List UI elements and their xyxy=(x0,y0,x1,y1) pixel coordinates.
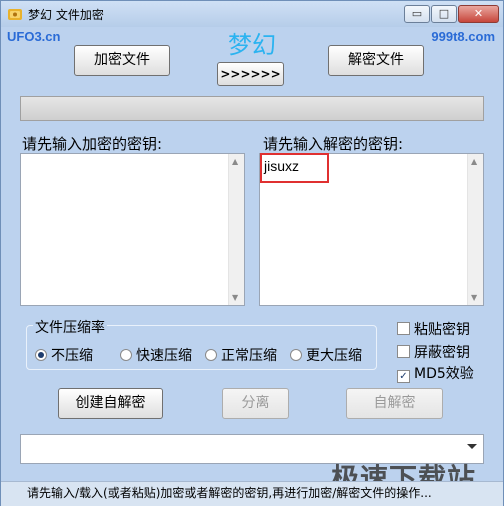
self-decrypt-button[interactable]: 自解密 xyxy=(346,388,443,419)
radio-icon xyxy=(290,349,302,361)
brand-right: 999t8.com xyxy=(431,29,495,44)
separate-button[interactable]: 分离 xyxy=(222,388,289,419)
hide-key-checkbox[interactable]: 屏蔽密钥 xyxy=(397,342,470,362)
close-icon: ✕ xyxy=(473,7,484,20)
encrypt-key-scrollbar[interactable]: ▲ ▼ xyxy=(228,154,244,305)
app-logo-title: 梦幻 xyxy=(228,31,276,59)
checkmark-icon: ✓ xyxy=(397,370,410,383)
radio-fast-compression[interactable]: 快速压缩 xyxy=(120,345,192,365)
brand-left: UFO3.cn xyxy=(7,29,61,44)
create-self-decrypt-button[interactable]: 创建自解密 xyxy=(58,388,163,419)
decrypt-file-button[interactable]: 解密文件 xyxy=(328,45,424,76)
decrypt-key-label: 请先输入解密的密钥: xyxy=(263,135,404,153)
scroll-up-icon[interactable]: ▲ xyxy=(232,157,238,166)
scroll-down-icon[interactable]: ▼ xyxy=(232,293,238,302)
radio-no-compression[interactable]: 不压缩 xyxy=(35,345,93,365)
radio-icon xyxy=(120,349,132,361)
encrypt-key-label: 请先输入加密的密钥: xyxy=(22,135,163,153)
app-window: 梦幻 文件加密 ▭ □ ✕ UFO3.cn 999t8.com 梦幻 加密文件 … xyxy=(0,0,504,506)
close-button[interactable]: ✕ xyxy=(458,5,499,23)
scroll-up-icon[interactable]: ▲ xyxy=(471,157,477,166)
chevron-down-icon[interactable] xyxy=(467,444,477,449)
radio-icon xyxy=(205,349,217,361)
window-title: 梦幻 文件加密 xyxy=(28,8,104,22)
compression-group-title: 文件压缩率 xyxy=(33,317,107,337)
progress-bar xyxy=(20,96,484,121)
minimize-button[interactable]: ▭ xyxy=(404,5,430,23)
checkbox-icon xyxy=(397,345,410,358)
title-bar[interactable]: 梦幻 文件加密 ▭ □ ✕ xyxy=(1,1,503,27)
encrypt-key-input[interactable]: ▲ ▼ xyxy=(20,153,245,306)
encrypt-file-button[interactable]: 加密文件 xyxy=(74,45,170,76)
status-bar: 请先输入/载入(或者粘贴)加密或者解密的密钥,再进行加密/解密文件的操作... xyxy=(1,481,503,506)
paste-key-checkbox[interactable]: 粘贴密钥 xyxy=(397,319,470,339)
radio-max-compression[interactable]: 更大压缩 xyxy=(290,345,362,365)
radio-selected-icon xyxy=(35,349,47,361)
decrypt-key-scrollbar[interactable]: ▲ ▼ xyxy=(467,154,483,305)
maximize-button[interactable]: □ xyxy=(431,5,457,23)
maximize-icon: □ xyxy=(438,7,450,20)
key-highlight-box xyxy=(260,153,329,183)
arrows-button[interactable]: >>>>>> xyxy=(217,62,284,86)
status-text: 请先输入/载入(或者粘贴)加密或者解密的密钥,再进行加密/解密文件的操作... xyxy=(27,486,432,500)
md5-checkbox[interactable]: ✓ MD5效验 xyxy=(397,363,474,383)
checkbox-icon xyxy=(397,322,410,335)
app-icon xyxy=(8,9,22,20)
radio-normal-compression[interactable]: 正常压缩 xyxy=(205,345,277,365)
minimize-icon: ▭ xyxy=(411,7,423,20)
scroll-down-icon[interactable]: ▼ xyxy=(471,293,477,302)
